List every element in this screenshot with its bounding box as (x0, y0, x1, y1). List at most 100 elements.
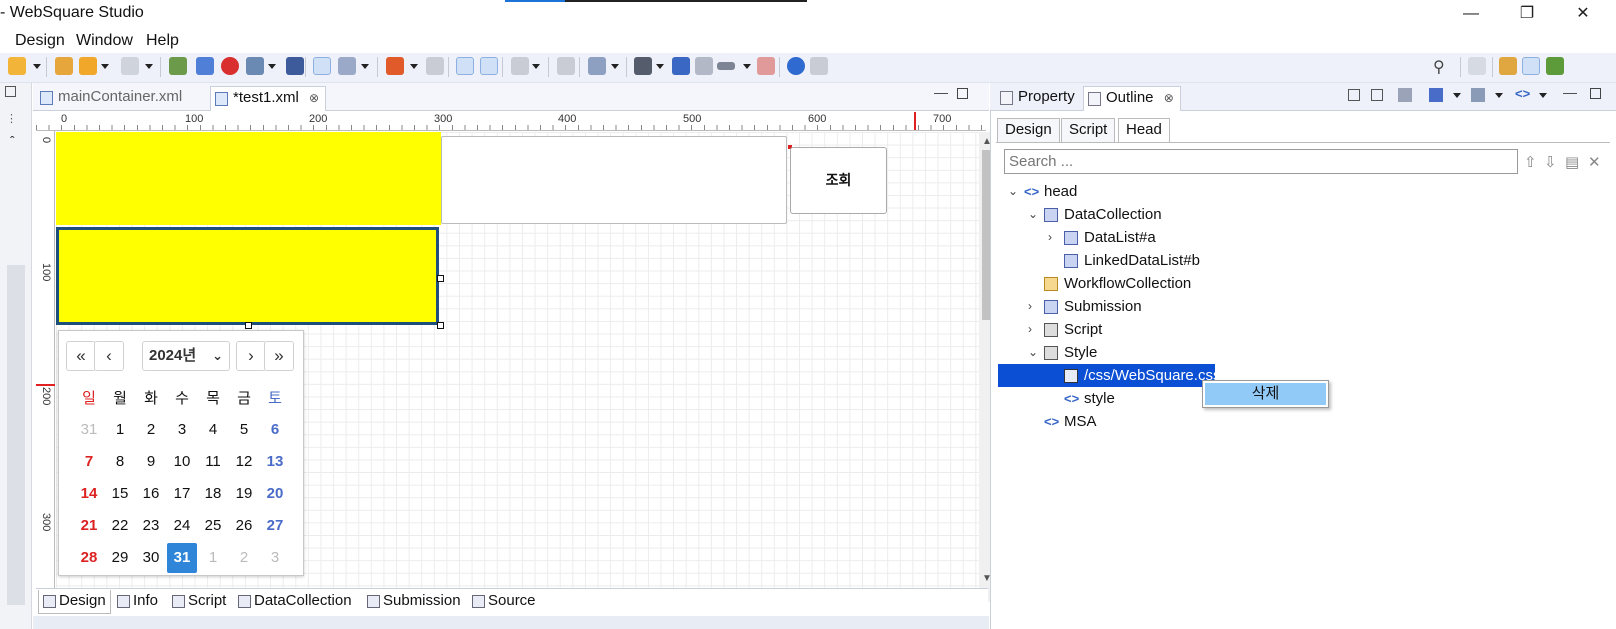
resize-handle[interactable] (437, 322, 444, 329)
chevron-down-icon[interactable] (743, 64, 751, 69)
calendar-day[interactable]: 9 (136, 447, 166, 477)
tab-outline[interactable]: Outline ⊗ (1083, 86, 1181, 111)
add-node-icon[interactable] (1471, 88, 1485, 102)
calendar-day[interactable]: 2 (136, 415, 166, 445)
export-icon[interactable] (169, 57, 187, 75)
device-icon[interactable] (511, 57, 529, 75)
calendar-day[interactable]: 16 (136, 479, 166, 509)
chevron-down-icon[interactable]: ⌄ (1028, 204, 1038, 225)
record-icon[interactable] (221, 57, 239, 75)
chevron-down-icon[interactable] (532, 64, 540, 69)
chevron-down-icon[interactable] (361, 64, 369, 69)
next-month-button[interactable]: › (236, 341, 266, 371)
chevron-down-icon[interactable] (101, 64, 109, 69)
minimize-view-icon[interactable]: — (1563, 84, 1577, 100)
subtab-design[interactable]: Design (997, 118, 1060, 142)
database-icon[interactable] (1429, 88, 1443, 102)
yellow-group-1[interactable] (56, 132, 441, 225)
chevron-right-icon[interactable]: › (1048, 227, 1052, 248)
calendar-day[interactable]: 21 (74, 511, 104, 541)
table-icon[interactable] (757, 57, 775, 75)
chevron-down-icon[interactable] (410, 64, 418, 69)
tab-maincontainer[interactable]: mainContainer.xml (36, 86, 188, 111)
close-tab-icon[interactable]: ⊗ (309, 91, 319, 105)
chevron-down-icon[interactable] (145, 64, 153, 69)
forward-icon[interactable] (121, 57, 139, 75)
chevron-down-icon[interactable] (656, 64, 664, 69)
search-button[interactable]: 조회 (790, 147, 887, 214)
qr-icon[interactable] (286, 57, 304, 75)
menu-design[interactable]: Design (15, 32, 65, 50)
resize-handle[interactable] (437, 275, 444, 282)
clear-icon[interactable]: ✕ (1588, 153, 1601, 171)
tab-source[interactable]: Source (468, 590, 540, 614)
calendar-day[interactable]: 10 (167, 447, 197, 477)
chevron-up-icon[interactable]: ˆ (10, 133, 15, 149)
tab-test1[interactable]: *test1.xml ⊗ (210, 86, 327, 111)
close-icon[interactable]: ✕ (1559, 0, 1607, 30)
tab-submission[interactable]: Submission (363, 590, 465, 614)
calendar-day[interactable]: 8 (105, 447, 135, 477)
calendar-day[interactable]: 6 (260, 415, 290, 445)
settings-icon[interactable] (810, 57, 828, 75)
chevron-right-icon[interactable]: › (1028, 296, 1032, 317)
calendar-day[interactable]: 14 (74, 479, 104, 509)
list-icon[interactable]: ▤ (1565, 153, 1579, 171)
calendar-day[interactable]: 30 (136, 543, 166, 573)
preview-icon[interactable] (196, 57, 214, 75)
comment-icon[interactable] (695, 57, 713, 75)
chevron-down-icon[interactable] (611, 64, 619, 69)
maximize-view-icon[interactable] (1590, 88, 1601, 99)
calendar-day[interactable]: 1 (198, 543, 228, 573)
select-mode-icon[interactable] (313, 57, 331, 75)
ruler-icon[interactable] (717, 62, 735, 70)
undo-history-icon[interactable] (55, 57, 73, 75)
perspective-design-icon[interactable] (1499, 57, 1517, 75)
outline-search-input[interactable] (1004, 149, 1518, 174)
tab-property[interactable]: Property (996, 86, 1081, 111)
chevron-down-icon[interactable] (1453, 93, 1461, 98)
minimize-icon[interactable]: — (1447, 0, 1495, 30)
zoom-icon[interactable] (588, 57, 606, 75)
restore-icon[interactable]: ❐ (1503, 0, 1551, 30)
tab-script[interactable]: Script (168, 590, 230, 614)
calendar-day[interactable]: 7 (74, 447, 104, 477)
calendar-day[interactable]: 4 (198, 415, 228, 445)
calendar-day[interactable]: 3 (260, 543, 290, 573)
calendar-day[interactable]: 19 (229, 479, 259, 509)
calendar-day[interactable]: 23 (136, 511, 166, 541)
wizard-icon[interactable] (8, 57, 26, 75)
close-tab-icon[interactable]: ⊗ (1164, 91, 1174, 105)
calendar-day[interactable]: 20 (260, 479, 290, 509)
tab-design[interactable]: Design (38, 590, 111, 614)
move-up-icon[interactable]: ⇧ (1524, 153, 1537, 171)
input-group[interactable] (441, 136, 787, 224)
prev-year-button[interactable]: « (66, 341, 96, 371)
tag-icon[interactable]: <> (1515, 86, 1530, 101)
calendar-day[interactable]: 3 (167, 415, 197, 445)
resize-handle[interactable] (245, 322, 252, 329)
calendar-day[interactable]: 28 (74, 543, 104, 573)
calendar-day[interactable]: 26 (229, 511, 259, 541)
calendar-day[interactable]: 31 (74, 415, 104, 445)
collapse-all-icon[interactable] (1348, 89, 1360, 101)
chevron-right-icon[interactable]: › (1028, 319, 1032, 340)
perspective-studio-icon[interactable] (1522, 57, 1540, 75)
chevron-down-icon[interactable] (268, 64, 276, 69)
year-select[interactable]: 2024년 ⌄ (142, 341, 230, 371)
calendar-day[interactable]: 5 (229, 415, 259, 445)
globe-icon[interactable] (787, 57, 805, 75)
chevron-down-icon[interactable]: ⌄ (1028, 342, 1038, 363)
calendar-day[interactable]: 15 (105, 479, 135, 509)
chevron-down-icon[interactable] (33, 64, 41, 69)
chevron-down-icon[interactable] (1495, 93, 1503, 98)
toolbox-icon[interactable]: ⋮ (6, 112, 17, 125)
calendar-day[interactable]: 29 (105, 543, 135, 573)
chevron-down-icon[interactable] (1539, 93, 1547, 98)
maximize-view-icon[interactable] (957, 88, 968, 99)
layout-icon[interactable] (557, 57, 575, 75)
calendar-day-selected[interactable]: 31 (167, 543, 197, 573)
calendar-day[interactable]: 17 (167, 479, 197, 509)
search-icon[interactable]: ⚲ (1433, 57, 1445, 77)
tab-info[interactable]: Info (113, 590, 162, 614)
